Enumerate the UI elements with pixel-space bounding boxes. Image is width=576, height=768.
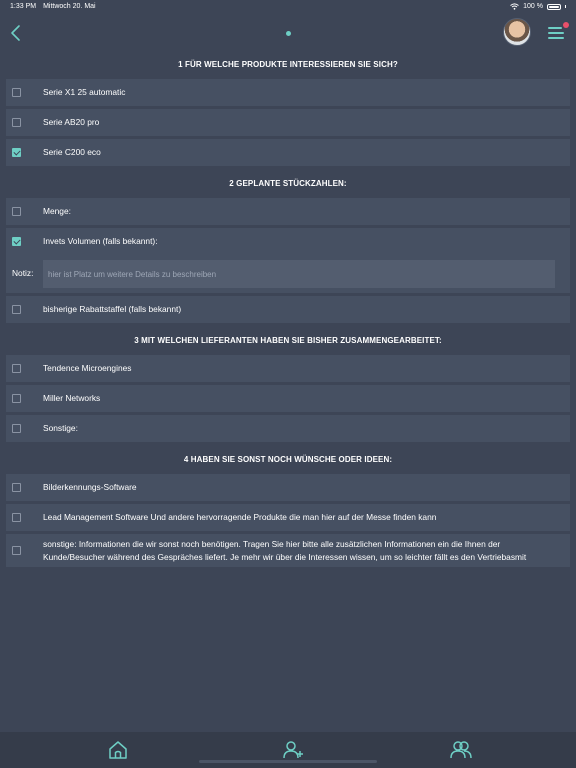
- status-time: 1:33 PM: [10, 3, 37, 10]
- checkbox[interactable]: [12, 118, 21, 127]
- option-label: Lead Management Software Und andere herv…: [43, 512, 437, 522]
- section-title-1: 1 FÜR WELCHE PRODUKTE INTERESSIEREN SIE …: [178, 60, 398, 69]
- checkbox[interactable]: [12, 483, 21, 492]
- home-icon[interactable]: [107, 740, 129, 760]
- checkbox[interactable]: [12, 546, 21, 555]
- checkbox[interactable]: [12, 305, 21, 314]
- status-date: Mittwoch 20. Mai: [43, 3, 96, 10]
- wifi-icon: [510, 3, 519, 10]
- checkbox[interactable]: [12, 424, 21, 433]
- option-row[interactable]: Sonstige:: [6, 415, 570, 442]
- note-row: Notiz:: [6, 255, 570, 293]
- option-label: Menge:: [43, 206, 71, 216]
- checkbox[interactable]: [12, 88, 21, 97]
- checkbox[interactable]: [12, 364, 21, 373]
- people-icon[interactable]: [450, 740, 472, 760]
- checkbox-checked[interactable]: [12, 237, 21, 246]
- option-label: Invets Volumen (falls bekannt):: [43, 236, 158, 246]
- home-indicator: [199, 760, 377, 763]
- checkbox-checked[interactable]: [12, 148, 21, 157]
- battery-percent: 100 %: [523, 3, 543, 10]
- checkbox[interactable]: [12, 207, 21, 216]
- option-row[interactable]: Tendence Microengines: [6, 355, 570, 382]
- checkbox[interactable]: [12, 394, 21, 403]
- avatar[interactable]: [503, 18, 531, 46]
- nav-bar: [0, 14, 576, 50]
- option-row[interactable]: Lead Management Software Und andere herv…: [6, 504, 570, 531]
- menu-line: [548, 27, 562, 29]
- status-bar: 1:33 PM Mittwoch 20. Mai 100 %: [0, 0, 576, 14]
- chevron-left-icon[interactable]: [8, 24, 26, 42]
- option-label: Tendence Microengines: [43, 363, 132, 373]
- note-input[interactable]: [43, 260, 555, 288]
- option-row[interactable]: Serie C200 eco: [6, 139, 570, 166]
- form-content: 1 FÜR WELCHE PRODUKTE INTERESSIEREN SIE …: [0, 50, 576, 570]
- menu-icon[interactable]: [547, 22, 569, 43]
- option-label: Miller Networks: [43, 393, 101, 403]
- option-row[interactable]: bisherige Rabattstaffel (falls bekannt): [6, 296, 570, 323]
- section-title-4: 4 HABEN SIE SONST NOCH WÜNSCHE ODER IDEE…: [183, 455, 393, 464]
- option-row[interactable]: Invets Volumen (falls bekannt):: [6, 228, 570, 255]
- section-title-3: 3 MIT WELCHEN LIEFERANTEN HABEN SIE BISH…: [134, 336, 442, 345]
- status-left: 1:33 PM Mittwoch 20. Mai: [10, 3, 103, 10]
- battery-icon: [547, 3, 561, 10]
- option-row[interactable]: sonstige: Informationen die wir sonst no…: [6, 534, 570, 567]
- option-row[interactable]: Miller Networks: [6, 385, 570, 412]
- option-row[interactable]: Serie AB20 pro: [6, 109, 570, 136]
- add-person-icon[interactable]: [282, 740, 304, 760]
- option-row[interactable]: Bilderkennungs-Software: [6, 474, 570, 501]
- option-label: Serie C200 eco: [43, 147, 101, 157]
- battery-tip: [565, 5, 566, 8]
- note-label: Notiz:: [12, 268, 34, 278]
- page-indicator-dot: [286, 31, 291, 36]
- notification-badge: [563, 22, 569, 28]
- option-label: Serie X1 25 automatic: [43, 87, 126, 97]
- status-right: 100 %: [510, 3, 566, 10]
- option-label: bisherige Rabattstaffel (falls bekannt): [43, 304, 182, 314]
- option-label: Sonstige:: [43, 423, 78, 433]
- option-label: Serie AB20 pro: [43, 117, 100, 127]
- option-label: Bilderkennungs-Software: [43, 482, 137, 492]
- option-label: sonstige: Informationen die wir sonst no…: [43, 538, 527, 562]
- section-title-2: 2 GEPLANTE STÜCKZAHLEN:: [229, 179, 347, 188]
- option-row[interactable]: Menge:: [6, 198, 570, 225]
- option-row[interactable]: Serie X1 25 automatic: [6, 79, 570, 106]
- menu-line: [548, 32, 564, 34]
- checkbox[interactable]: [12, 513, 21, 522]
- menu-line: [548, 37, 564, 39]
